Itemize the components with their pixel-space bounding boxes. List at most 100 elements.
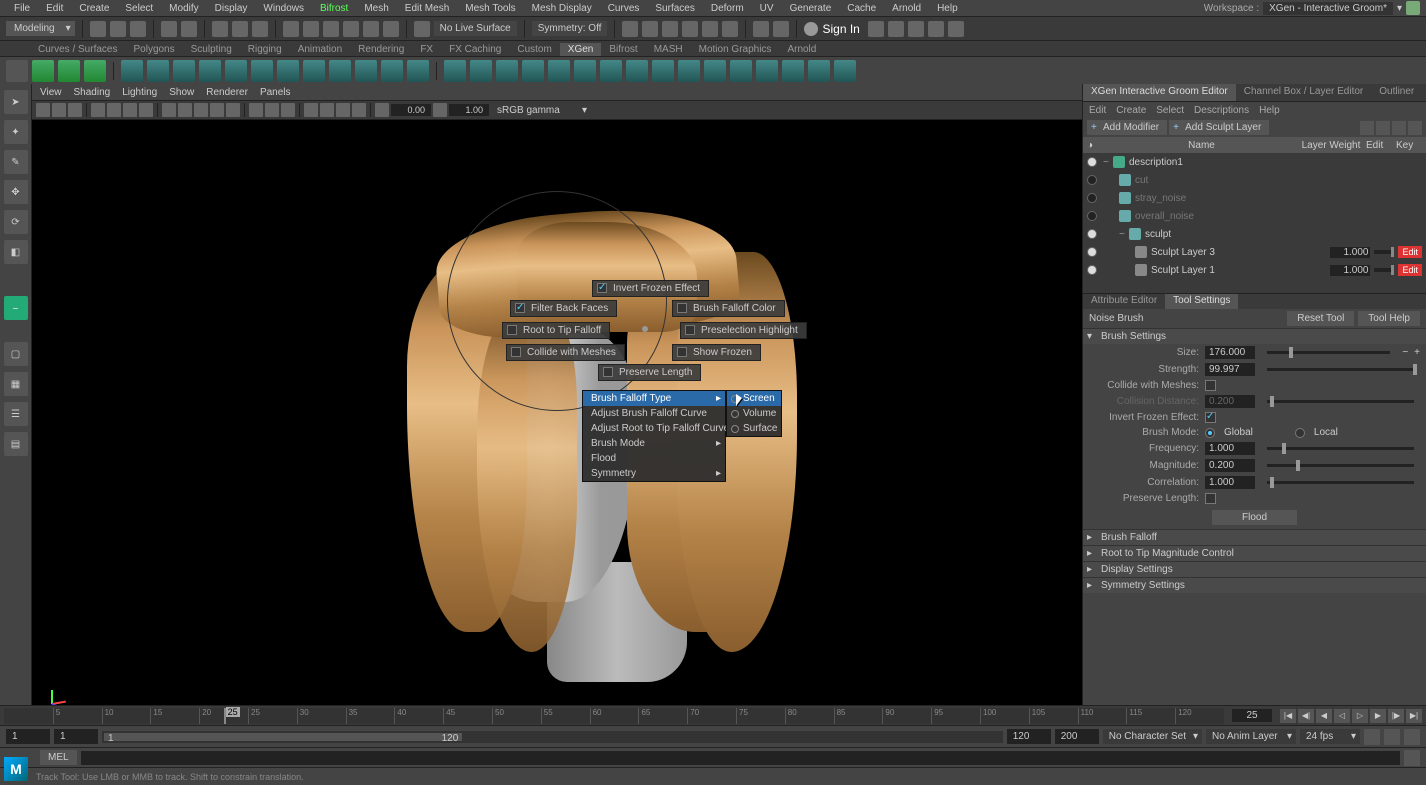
layer-weight-field[interactable]: 1.000 xyxy=(1330,265,1370,276)
xgen-density-icon[interactable] xyxy=(121,60,143,82)
mm-adjust-root-tip-curve[interactable]: Adjust Root to Tip Falloff Curve xyxy=(583,421,725,436)
flood-button[interactable]: Flood xyxy=(1212,510,1297,525)
menu-help[interactable]: Help xyxy=(929,3,966,14)
lock-icon[interactable] xyxy=(1406,1,1420,15)
pt-ao-icon[interactable] xyxy=(304,103,318,117)
pt-exposure-icon[interactable] xyxy=(375,103,389,117)
size-min-icon[interactable]: − xyxy=(1402,347,1408,358)
size-max-icon[interactable]: + xyxy=(1414,347,1420,358)
xgen-comb-icon[interactable] xyxy=(225,60,247,82)
pause-icon[interactable] xyxy=(773,21,789,37)
weight-header[interactable]: Layer Weight xyxy=(1296,140,1366,151)
reset-tool-button[interactable]: Reset Tool xyxy=(1287,311,1354,326)
cmd-lang-label[interactable]: MEL xyxy=(40,750,77,765)
pt-color-space-dropdown[interactable]: sRGB gamma xyxy=(491,104,591,117)
shelf-tab-arnold[interactable]: Arnold xyxy=(779,43,824,56)
panel-menu-renderer[interactable]: Renderer xyxy=(206,87,248,98)
scale-tool-icon[interactable]: ◧ xyxy=(4,240,28,264)
tool-help-button[interactable]: Tool Help xyxy=(1358,311,1420,326)
shelf-tab-fx[interactable]: FX xyxy=(412,43,441,56)
layer-weight-slider[interactable] xyxy=(1374,268,1394,272)
fps-dropdown[interactable]: 24 fps xyxy=(1300,729,1360,744)
script-editor-icon[interactable] xyxy=(1404,750,1420,766)
maya-logo-icon[interactable]: M xyxy=(4,757,28,781)
expand-toggle[interactable]: − xyxy=(1119,229,1129,240)
mm-preselection-highlight[interactable]: Preselection Highlight xyxy=(680,322,807,339)
shelf-tab-rendering[interactable]: Rendering xyxy=(350,43,412,56)
xg-edit[interactable]: Edit xyxy=(1089,105,1106,116)
xgen-create-desc-icon[interactable] xyxy=(32,60,54,82)
vis-header-icon[interactable]: ◑ xyxy=(1087,140,1107,151)
snap-point-icon[interactable] xyxy=(323,21,339,37)
menu-surfaces[interactable]: Surfaces xyxy=(647,3,702,14)
size-slider[interactable] xyxy=(1267,351,1390,354)
paint-select-icon[interactable] xyxy=(252,21,268,37)
rotate-tool-icon[interactable]: ⟳ xyxy=(4,210,28,234)
menu-edit-mesh[interactable]: Edit Mesh xyxy=(397,3,457,14)
xgen-freeze-icon[interactable] xyxy=(407,60,429,82)
current-frame-field[interactable]: 25 xyxy=(1232,709,1272,722)
shelf-tab-animation[interactable]: Animation xyxy=(290,43,350,56)
panel-menu-panels[interactable]: Panels xyxy=(260,87,291,98)
snap-center-icon[interactable] xyxy=(343,21,359,37)
collide-checkbox[interactable] xyxy=(1205,380,1216,391)
pt-aa-icon[interactable] xyxy=(336,103,350,117)
pt-shaded-icon[interactable] xyxy=(178,103,192,117)
brush-mode-local-radio[interactable] xyxy=(1295,428,1305,438)
pt-bookmark-icon[interactable] xyxy=(52,103,66,117)
pt-select-camera-icon[interactable] xyxy=(36,103,50,117)
autokey-icon[interactable] xyxy=(1384,729,1400,745)
pt-shadows-icon[interactable] xyxy=(226,103,240,117)
mm-invert-frozen[interactable]: Invert Frozen Effect xyxy=(592,280,709,297)
lasso-tool-icon[interactable]: ✦ xyxy=(4,120,28,144)
xg-select[interactable]: Select xyxy=(1156,105,1184,116)
menu-cache[interactable]: Cache xyxy=(839,3,884,14)
xgen-pose-icon[interactable] xyxy=(600,60,622,82)
workspace-arrow-icon[interactable]: ▾ xyxy=(1397,3,1402,14)
add-sculpt-layer-button[interactable]: Add Sculpt Layer xyxy=(1169,120,1269,135)
xg-create[interactable]: Create xyxy=(1116,105,1146,116)
mm-symmetry[interactable]: Symmetry▸ xyxy=(583,466,725,481)
menu-arnold[interactable]: Arnold xyxy=(884,3,929,14)
tab-attribute-editor[interactable]: Attribute Editor xyxy=(1083,294,1165,309)
edit-header[interactable]: Edit xyxy=(1366,140,1396,151)
tree-row[interactable]: Sculpt Layer 31.000Edit xyxy=(1083,243,1426,261)
history-icon[interactable] xyxy=(622,21,638,37)
menu-uv[interactable]: UV xyxy=(752,3,782,14)
play-fwd-icon[interactable]: ▷ xyxy=(1352,709,1368,723)
menu-mesh-tools[interactable]: Mesh Tools xyxy=(457,3,523,14)
magnitude-slider[interactable] xyxy=(1267,464,1414,467)
pt-resolution-gate-icon[interactable] xyxy=(123,103,137,117)
pt-gate-mask-icon[interactable] xyxy=(139,103,153,117)
mode-dropdown[interactable]: Modeling xyxy=(6,21,75,36)
layer-edit-button[interactable]: Edit xyxy=(1398,246,1422,258)
xgen-orient-icon[interactable] xyxy=(626,60,648,82)
layout-icon-3[interactable] xyxy=(908,21,924,37)
visibility-toggle[interactable] xyxy=(1087,157,1097,167)
layout-icon-4[interactable] xyxy=(928,21,944,37)
timeline-track[interactable]: 5101520253035404550556065707580859095100… xyxy=(4,708,1224,724)
mm-adjust-falloff-curve[interactable]: Adjust Brush Falloff Curve xyxy=(583,406,725,421)
xgen-width-icon[interactable] xyxy=(173,60,195,82)
pt-gamma-icon[interactable] xyxy=(433,103,447,117)
correlation-slider[interactable] xyxy=(1267,481,1414,484)
xg-descriptions[interactable]: Descriptions xyxy=(1194,105,1249,116)
section-brush-settings[interactable]: Brush Settings xyxy=(1083,328,1426,344)
snap-view-icon[interactable] xyxy=(363,21,379,37)
xgen-mask-icon[interactable] xyxy=(704,60,726,82)
menu-modify[interactable]: Modify xyxy=(161,3,206,14)
pt-grid-icon[interactable] xyxy=(91,103,105,117)
mm-falloff-volume[interactable]: Volume xyxy=(727,406,781,421)
tree-row[interactable]: −sculpt xyxy=(1083,225,1426,243)
xgen-part-icon[interactable] xyxy=(251,60,273,82)
xgen-select-icon[interactable] xyxy=(444,60,466,82)
mm-brush-falloff-type[interactable]: Brush Falloff Type▸ xyxy=(583,391,725,406)
xgen-length-icon[interactable] xyxy=(147,60,169,82)
live-surface-icon[interactable] xyxy=(383,21,399,37)
snap-grid-icon[interactable] xyxy=(283,21,299,37)
section-symmetry-settings[interactable]: Symmetry Settings xyxy=(1083,577,1426,593)
go-end-icon[interactable]: ▶| xyxy=(1406,709,1422,723)
xg-mini-4-icon[interactable] xyxy=(1408,121,1422,135)
xgen-open-icon[interactable] xyxy=(6,60,28,82)
mm-brush-falloff-color[interactable]: Brush Falloff Color xyxy=(672,300,785,317)
